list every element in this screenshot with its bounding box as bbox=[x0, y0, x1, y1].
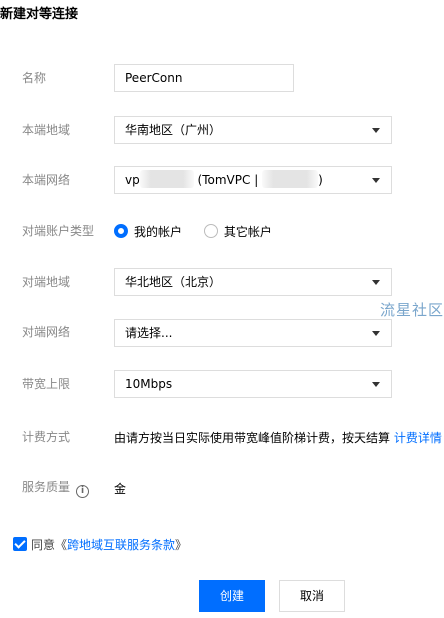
cancel-button[interactable]: 取消 bbox=[279, 580, 345, 612]
radio-other-account-label: 其它帐户 bbox=[223, 224, 272, 239]
chevron-down-icon bbox=[372, 382, 380, 387]
billing-label: 计费方式 bbox=[22, 430, 71, 444]
chevron-down-icon bbox=[372, 331, 380, 336]
billing-text-row: 由请方按当日实际使用带宽峰值阶梯计费，按天结算 计费详情 bbox=[114, 429, 442, 446]
agreement-text: 同意《跨地域互联服务条款》 bbox=[31, 536, 187, 553]
peer-region-select[interactable]: 华北地区（北京） bbox=[114, 268, 392, 296]
billing-details-link[interactable]: 计费详情 bbox=[394, 431, 442, 445]
bandwidth-select[interactable]: 10Mbps bbox=[114, 370, 392, 398]
name-input[interactable]: PeerConn bbox=[114, 64, 294, 92]
quality-label: 服务质量 bbox=[22, 480, 71, 494]
peer-region-label: 对端地域 bbox=[22, 275, 71, 289]
redacted-block bbox=[139, 170, 194, 188]
quality-value: 金 bbox=[114, 482, 127, 496]
chevron-down-icon bbox=[372, 178, 380, 183]
radio-checked-icon bbox=[114, 224, 128, 238]
create-button[interactable]: 创建 bbox=[199, 580, 265, 612]
billing-description: 由请方按当日实际使用带宽峰值阶梯计费，按天结算 bbox=[114, 431, 391, 445]
name-label: 名称 bbox=[22, 71, 47, 85]
peer-network-select[interactable]: 请选择... bbox=[114, 319, 392, 347]
local-network-suffix: ) bbox=[318, 173, 323, 187]
bandwidth-label: 带宽上限 bbox=[22, 377, 71, 391]
chevron-down-icon bbox=[372, 128, 380, 133]
name-input-value: PeerConn bbox=[125, 71, 183, 85]
peer-network-value: 请选择... bbox=[125, 326, 173, 340]
radio-my-account[interactable]: 我的帐户 bbox=[114, 222, 182, 240]
local-region-select[interactable]: 华南地区（广州） bbox=[114, 116, 392, 144]
local-region-label: 本端地域 bbox=[22, 123, 71, 137]
local-region-value: 华南地区（广州） bbox=[125, 123, 222, 137]
watermark: 流星社区 bbox=[380, 301, 444, 319]
radio-my-account-label: 我的帐户 bbox=[134, 224, 183, 239]
peer-account-type-label: 对端账户类型 bbox=[22, 224, 95, 238]
info-icon[interactable]: i bbox=[76, 485, 90, 498]
local-network-middle: (TomVPC | bbox=[197, 173, 259, 187]
radio-unchecked-icon bbox=[203, 224, 218, 238]
local-network-label: 本端网络 bbox=[22, 173, 71, 187]
dialog-title: 新建对等连接 bbox=[0, 7, 79, 22]
agreement-checkbox[interactable] bbox=[13, 537, 27, 551]
agreement-prefix: 同意《 bbox=[31, 538, 68, 552]
peer-account-type-radio-group: 我的帐户 其它帐户 bbox=[114, 222, 290, 240]
quality-label-row: 服务质量 i bbox=[22, 479, 90, 498]
agreement-suffix: 》 bbox=[175, 538, 188, 552]
local-network-prefix: vp bbox=[125, 173, 140, 187]
chevron-down-icon bbox=[372, 280, 380, 285]
agreement-terms-link[interactable]: 跨地域互联服务条款 bbox=[67, 538, 175, 552]
radio-other-account[interactable]: 其它帐户 bbox=[203, 222, 272, 240]
redacted-block bbox=[262, 170, 319, 188]
peer-region-value: 华北地区（北京） bbox=[125, 275, 222, 289]
local-network-select[interactable]: vp (TomVPC | ) bbox=[114, 166, 392, 194]
peer-network-label: 对端网络 bbox=[22, 325, 71, 339]
bandwidth-value: 10Mbps bbox=[125, 377, 173, 391]
